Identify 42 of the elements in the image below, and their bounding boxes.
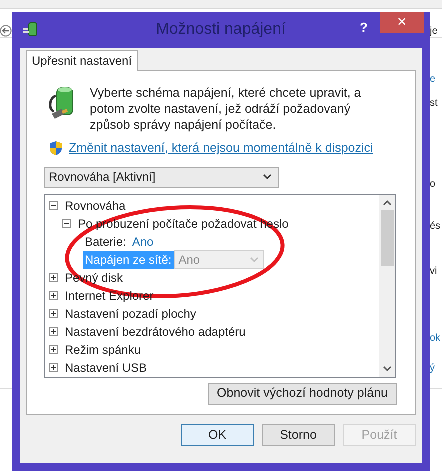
scroll-thumb[interactable] — [380, 210, 394, 266]
window-title: Možnosti napájení — [155, 20, 287, 40]
setting-label[interactable]: Baterie: — [83, 232, 128, 251]
background-text: e — [430, 73, 436, 87]
expand-icon[interactable] — [49, 345, 58, 354]
background-text: o — [430, 178, 436, 192]
tree-item[interactable]: Rovnováha — [65, 196, 126, 215]
expand-icon[interactable] — [49, 291, 58, 300]
tree-item[interactable]: Nastavení pozadí plochy — [65, 304, 196, 323]
background-text: st — [430, 97, 438, 111]
tree-item[interactable]: Nastavení bezdrátového adaptéru — [65, 322, 246, 341]
expand-icon[interactable] — [49, 309, 58, 318]
dialog-button[interactable]: OK — [181, 424, 254, 446]
close-button[interactable]: × — [380, 12, 424, 33]
battery-plug-icon — [22, 22, 40, 38]
tree-item[interactable]: Nastavení USB — [65, 358, 148, 377]
dialog-button[interactable]: Storno — [262, 424, 335, 446]
chevron-down-icon — [250, 256, 259, 263]
chevron-down-icon — [263, 174, 272, 180]
change-settings-link[interactable]: Změnit nastavení, která nejsou momentálně k dispozici — [69, 139, 374, 158]
scrollbar[interactable] — [379, 194, 395, 377]
background-text: ý — [430, 362, 435, 376]
scroll-up-icon[interactable] — [382, 200, 392, 206]
scroll-down-icon[interactable] — [382, 366, 392, 372]
background-text: ok — [430, 332, 441, 346]
background-text: je — [430, 25, 438, 39]
expand-icon[interactable] — [49, 273, 58, 282]
collapse-icon[interactable] — [62, 219, 71, 228]
intro-text: Vyberte schéma napájení, které chcete upravit, a potom zvolte nastavení, jež odráží požadovaný způsob správy napájení počítače. — [90, 85, 362, 133]
background-text: vi — [430, 265, 438, 279]
background-text: és — [430, 220, 441, 234]
setting-value[interactable]: Ano — [132, 232, 154, 251]
tab[interactable]: Upřesnit nastavení — [26, 50, 138, 71]
restore-defaults-button[interactable]: Obnovit výchozí hodnoty plánu — [208, 382, 397, 405]
back-arrow-icon[interactable] — [0, 25, 12, 37]
expand-icon[interactable] — [49, 363, 58, 372]
shield-icon — [49, 140, 63, 156]
help-button[interactable]: ? — [360, 18, 368, 38]
collapse-icon[interactable] — [49, 201, 58, 210]
tree-item[interactable]: Režim spánku — [65, 340, 142, 359]
expand-icon[interactable] — [49, 327, 58, 336]
plan-select[interactable]: Rovnováha [Aktivní] — [44, 166, 279, 188]
